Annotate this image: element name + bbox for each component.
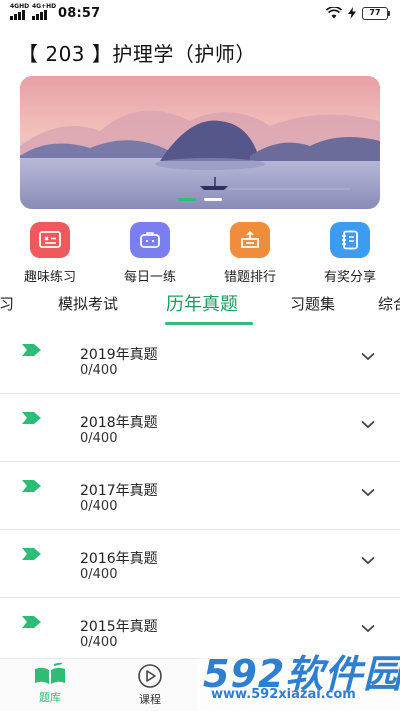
banner-carousel[interactable] <box>20 76 380 209</box>
signal-group: 4GHD 4G+HD <box>10 4 56 20</box>
tab-practice[interactable]: 练习 <box>0 293 14 314</box>
exam-title: 2018年真题 <box>80 415 158 431</box>
nav-label: 题库 <box>39 691 61 704</box>
chevron-down-icon[interactable] <box>361 556 375 565</box>
watermark-url: www.592xiazai.com <box>211 687 356 702</box>
quick-menu-label: 错题排行 <box>223 270 276 285</box>
page-title: 【 203 】护理学（护师） <box>18 42 256 66</box>
category-tabs: 练习 模拟考试 历年真题 习题集 综合 <box>0 290 400 326</box>
watermark: 592软件园 www.592xiazai.com <box>197 637 400 711</box>
list-item[interactable]: 2016年真题 0/400 <box>0 530 400 598</box>
chevron-down-icon[interactable] <box>361 352 375 361</box>
chevron-down-icon[interactable] <box>361 420 375 429</box>
battery-level: 77 <box>362 6 388 20</box>
banner-image <box>20 76 380 209</box>
battery-icon: 77 <box>362 6 390 20</box>
flag-icon <box>22 616 41 628</box>
flag-icon <box>22 412 41 424</box>
wifi-icon <box>326 7 342 19</box>
quick-menu-daily-practice[interactable]: 每日一练 <box>105 222 195 285</box>
exam-title: 2016年真题 <box>80 551 158 567</box>
banner-indicator <box>20 198 380 201</box>
quick-menu: 趣味练习 每日一练 错题排行 有奖分享 <box>0 222 400 285</box>
exam-list: 2019年真题 0/400 2018年真题 0/400 2017年真题 0/40… <box>0 326 400 666</box>
nav-label: 课程 <box>139 693 161 706</box>
ranking-icon <box>230 222 270 258</box>
quick-menu-label: 每日一练 <box>123 270 176 285</box>
banner-dot <box>204 198 222 201</box>
active-tab-indicator <box>165 322 253 325</box>
book-icon <box>35 663 65 684</box>
exam-progress: 0/400 <box>80 431 118 446</box>
play-icon <box>138 664 162 688</box>
exam-progress: 0/400 <box>80 635 118 650</box>
flag-icon <box>22 548 41 560</box>
tab-comprehensive[interactable]: 综合 <box>378 293 400 314</box>
list-item[interactable]: 2018年真题 0/400 <box>0 394 400 462</box>
quick-menu-wrong-ranking[interactable]: 错题排行 <box>205 222 295 285</box>
nav-courses[interactable]: 课程 <box>120 663 180 707</box>
toolbox-icon <box>130 222 170 258</box>
quick-menu-label: 有奖分享 <box>323 270 376 285</box>
list-item[interactable]: 2017年真题 0/400 <box>0 462 400 530</box>
signal-icon: 4GHD <box>10 4 29 20</box>
exam-progress: 0/400 <box>80 499 118 514</box>
exam-progress: 0/400 <box>80 363 118 378</box>
quick-menu-fun-practice[interactable]: 趣味练习 <box>5 222 95 285</box>
quick-menu-reward-share[interactable]: 有奖分享 <box>305 222 395 285</box>
nav-question-bank[interactable]: 题库 <box>20 663 80 705</box>
notebook-icon <box>330 222 370 258</box>
quick-menu-label: 趣味练习 <box>23 270 76 285</box>
exam-title: 2019年真题 <box>80 347 158 363</box>
tab-exercise-sets[interactable]: 习题集 <box>290 293 335 314</box>
list-item[interactable]: 2019年真题 0/400 <box>0 326 400 394</box>
chevron-down-icon[interactable] <box>361 624 375 633</box>
chevron-down-icon[interactable] <box>361 488 375 497</box>
tab-past-exams[interactable]: 历年真题 <box>166 290 238 316</box>
flag-icon <box>22 480 41 492</box>
exam-progress: 0/400 <box>80 567 118 582</box>
quiz-board-icon <box>30 222 70 258</box>
exam-title: 2017年真题 <box>80 483 158 499</box>
tab-mock-exam[interactable]: 模拟考试 <box>58 293 118 314</box>
status-bar: 4GHD 4G+HD 08:57 77 <box>0 0 400 26</box>
flag-icon <box>22 344 41 356</box>
status-time: 08:57 <box>58 5 101 21</box>
signal-icon: 4G+HD <box>32 4 56 20</box>
banner-dot-active <box>178 198 196 201</box>
charging-icon <box>348 7 356 19</box>
exam-title: 2015年真题 <box>80 619 158 635</box>
